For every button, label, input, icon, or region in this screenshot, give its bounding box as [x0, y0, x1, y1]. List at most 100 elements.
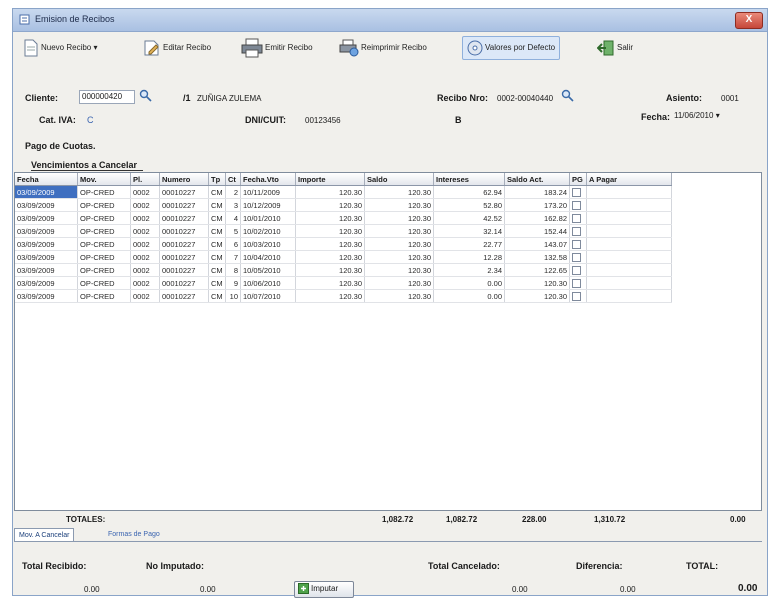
table-row[interactable]: 03/09/2009 OP-CRED 0002 00010227 CM 10 10/07/2…: [15, 289, 672, 303]
table-cell: 120.30: [364, 224, 434, 238]
table-row[interactable]: 03/09/2009 OP-CRED 0002 00010227 CM 4 10/01/20…: [15, 211, 672, 225]
client-field[interactable]: 000000420: [79, 90, 135, 104]
table-row[interactable]: 03/09/2009 OP-CRED 0002 00010227 CM 3 10/12/20…: [15, 198, 672, 212]
table-cell: 10/12/2009: [240, 198, 296, 212]
col-fecha[interactable]: Fecha: [15, 173, 78, 186]
total-a-pagar: 0.00: [730, 515, 746, 524]
pg-checkbox[interactable]: [572, 278, 581, 288]
table-cell: CM: [208, 289, 226, 303]
table-cell: 120.30: [364, 198, 434, 212]
receipt-number-label: Recibo Nro:: [437, 93, 489, 103]
col-ct[interactable]: Ct: [225, 173, 241, 186]
pg-checkbox[interactable]: [572, 213, 581, 223]
table-cell: 42.52: [433, 211, 505, 225]
close-button[interactable]: X: [735, 12, 763, 29]
unallocated-value: 0.00: [200, 585, 216, 594]
col-fecha-vto[interactable]: Fecha.Vto: [240, 173, 296, 186]
table-cell: 2: [225, 185, 241, 199]
col-importe[interactable]: Importe: [295, 173, 365, 186]
exit-label: Salir: [617, 43, 634, 52]
table-cell: 120.30: [364, 276, 434, 290]
table-cell: 0002: [130, 224, 160, 238]
tab-mov-a-cancelar[interactable]: Mov. A Cancelar: [14, 528, 75, 542]
totals-row: TOTALES: 1,082.72 1,082.72 228.00 1,310.…: [14, 513, 762, 527]
table-cell: 0002: [130, 185, 160, 199]
table-row[interactable]: 03/09/2009 OP-CRED 0002 00010227 CM 6 10/03/20…: [15, 237, 672, 251]
table-cell: 00010227: [159, 237, 209, 251]
table-row[interactable]: 03/09/2009 OP-CRED 0002 00010227 CM 5 10/02/20…: [15, 224, 672, 238]
pg-checkbox[interactable]: [572, 200, 581, 210]
installments-grid[interactable]: Fecha Mov. Pl. Numero Tp Ct Fecha.Vto Im…: [14, 172, 762, 511]
default-values-label: Valores por Defecto: [485, 43, 556, 52]
table-cell: 7: [225, 250, 241, 264]
col-tp[interactable]: Tp: [208, 173, 226, 186]
exit-icon: [596, 40, 614, 56]
edit-receipt-button[interactable]: Editar Recibo: [143, 37, 211, 59]
table-cell: 03/09/2009: [15, 198, 78, 212]
emit-receipt-button[interactable]: Emitir Recibo: [241, 37, 313, 59]
pg-checkbox[interactable]: [572, 239, 581, 249]
col-intereses[interactable]: Intereses: [433, 173, 505, 186]
table-cell: 120.30: [364, 250, 434, 264]
table-cell: OP-CRED: [77, 250, 131, 264]
exit-button[interactable]: Salir: [596, 37, 634, 59]
tab-formas-de-pago[interactable]: Formas de Pago: [104, 528, 164, 541]
table-row[interactable]: 03/09/2009 OP-CRED 0002 00010227 CM 7 10/04/20…: [15, 250, 672, 264]
pg-checkbox[interactable]: [572, 187, 581, 197]
table-cell: 10/02/2010: [240, 224, 296, 238]
receipt-search-icon[interactable]: [561, 89, 574, 104]
edit-icon: [144, 40, 159, 56]
table-cell: 10/05/2010: [240, 263, 296, 277]
table-cell: 4: [225, 211, 241, 225]
printer-icon: [241, 38, 263, 58]
col-numero[interactable]: Numero: [159, 173, 209, 186]
col-saldo[interactable]: Saldo: [364, 173, 434, 186]
pg-checkbox[interactable]: [572, 252, 581, 262]
table-cell: OP-CRED: [77, 198, 131, 212]
table-cell: 5: [225, 224, 241, 238]
date-picker[interactable]: 11/06/2010 ▾: [671, 109, 751, 123]
pg-checkbox[interactable]: [572, 291, 581, 301]
table-cell: 143.07: [504, 237, 570, 251]
table-cell: 00010227: [159, 289, 209, 303]
col-mov[interactable]: Mov.: [77, 173, 131, 186]
table-cell: 8: [225, 263, 241, 277]
pg-checkbox-cell[interactable]: [569, 224, 587, 238]
reprint-receipt-button[interactable]: Reimprimir Recibo: [339, 37, 427, 59]
table-cell: 10/04/2010: [240, 250, 296, 264]
new-receipt-button[interactable]: Nuevo Recibo ▾: [23, 37, 98, 59]
col-saldo-act[interactable]: Saldo Act.: [504, 173, 570, 186]
table-cell: 00010227: [159, 198, 209, 212]
pg-checkbox[interactable]: [572, 226, 581, 236]
allocate-button[interactable]: Imputar: [294, 581, 354, 598]
total-importe: 1,082.72: [382, 515, 414, 524]
reprint-icon: [339, 39, 359, 57]
table-cell: 6: [225, 237, 241, 251]
entry-value: 0001: [721, 94, 739, 103]
pg-checkbox-cell[interactable]: [569, 211, 587, 225]
vat-category-value: C: [87, 115, 94, 125]
date-label: Fecha:: [641, 112, 671, 122]
dropdown-arrow-icon: ▾: [93, 43, 98, 52]
pg-checkbox-cell[interactable]: [569, 237, 587, 251]
new-document-icon: [24, 39, 38, 57]
table-row[interactable]: 03/09/2009 OP-CRED 0002 00010227 CM 2 10/11/20…: [15, 185, 672, 199]
pg-checkbox-cell[interactable]: [569, 198, 587, 212]
pg-checkbox-cell[interactable]: [569, 289, 587, 303]
table-cell: OP-CRED: [77, 185, 131, 199]
table-cell: 120.30: [364, 263, 434, 277]
table-row[interactable]: 03/09/2009 OP-CRED 0002 00010227 CM 9 10/06/20…: [15, 276, 672, 290]
client-search-icon[interactable]: [139, 89, 152, 104]
pg-checkbox-cell[interactable]: [569, 276, 587, 290]
new-receipt-label: Nuevo Recibo: [41, 43, 92, 52]
pg-checkbox-cell[interactable]: [569, 263, 587, 277]
table-row[interactable]: 03/09/2009 OP-CRED 0002 00010227 CM 8 10/05/20…: [15, 263, 672, 277]
pg-checkbox-cell[interactable]: [569, 185, 587, 199]
table-cell: 62.94: [433, 185, 505, 199]
col-a-pagar[interactable]: A Pagar: [586, 173, 672, 186]
pg-checkbox-cell[interactable]: [569, 250, 587, 264]
col-pl[interactable]: Pl.: [130, 173, 160, 186]
default-values-button[interactable]: Valores por Defecto: [462, 36, 561, 60]
col-pg[interactable]: PG: [569, 173, 587, 186]
pg-checkbox[interactable]: [572, 265, 581, 275]
